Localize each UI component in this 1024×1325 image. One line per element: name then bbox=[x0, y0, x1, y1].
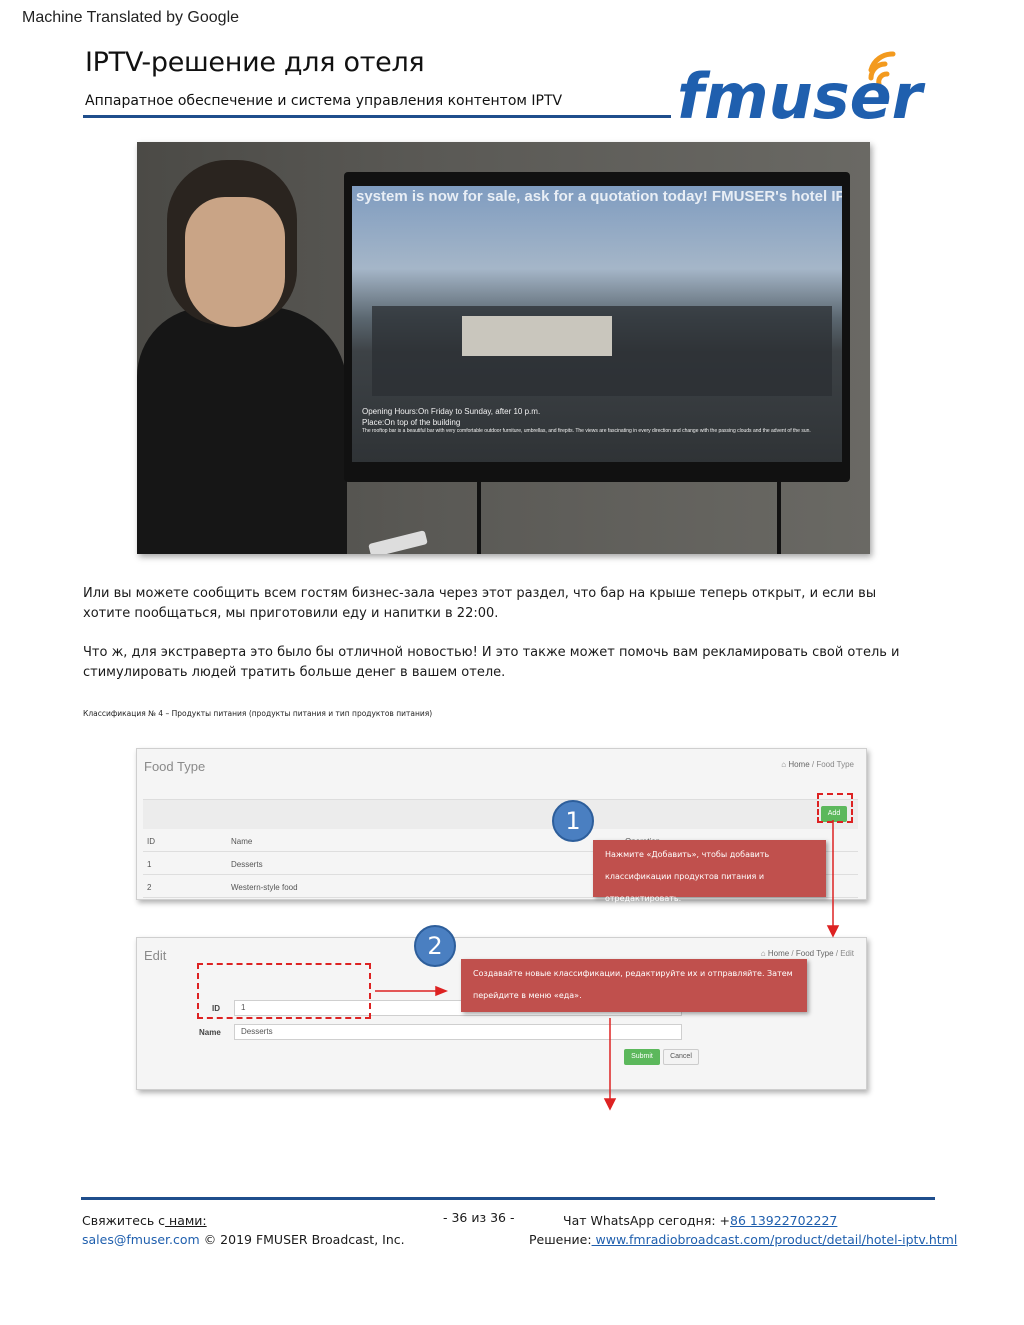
breadcrumb-current: Food Type bbox=[816, 760, 854, 769]
row-name: Western-style food bbox=[231, 883, 298, 892]
solution-label: Решение: bbox=[529, 1232, 592, 1247]
step-1-badge: 1 bbox=[552, 800, 594, 842]
footer-solution: Решение: www.fmradiobroadcast.com/produc… bbox=[529, 1232, 957, 1247]
copyright-text: © 2019 FMUSER Broadcast, Inc. bbox=[199, 1232, 405, 1247]
panel-title: Food Type bbox=[144, 759, 206, 774]
tv-stand-left bbox=[477, 482, 481, 554]
breadcrumb-home[interactable]: Home bbox=[788, 760, 809, 769]
person-body bbox=[137, 307, 347, 554]
step-2-badge: 2 bbox=[414, 925, 456, 967]
footer-rule bbox=[81, 1197, 935, 1200]
fmuser-logo: fmuser bbox=[677, 51, 926, 125]
name-field-label: Name bbox=[199, 1028, 221, 1037]
footer-whatsapp: Чат WhatsApp сегодня: +86 13922702227 bbox=[563, 1213, 865, 1228]
step-1-note: Нажмите «Добавить», чтобы добавить класс… bbox=[593, 840, 826, 903]
home-icon: ⌂ bbox=[781, 760, 787, 769]
home-icon: ⌂ bbox=[760, 949, 766, 958]
breadcrumb-current: Edit bbox=[840, 949, 854, 958]
step-2-note-line: перейдите в меню «еда». bbox=[473, 991, 582, 1000]
tv-screen: system is now for sale, ask for a quotat… bbox=[352, 186, 842, 462]
name-field[interactable]: Desserts bbox=[234, 1024, 682, 1040]
page-number: - 36 из 36 - bbox=[443, 1210, 515, 1225]
add-highlight-box bbox=[817, 793, 853, 823]
breadcrumb-food-type[interactable]: Food Type bbox=[796, 949, 834, 958]
footer-email-line: sales@fmuser.com © 2019 FMUSER Broadcast… bbox=[82, 1232, 405, 1247]
id-highlight-box bbox=[197, 963, 371, 1019]
arrow-head bbox=[603, 1098, 617, 1111]
solution-url-link[interactable]: www.fmradiobroadcast.com/product/detail/… bbox=[592, 1232, 958, 1247]
column-name: Name bbox=[231, 837, 253, 846]
tv-demo-photo: system is now for sale, ask for a quotat… bbox=[137, 142, 870, 554]
tv-info-description: The rooftop bar is a beautiful bar with … bbox=[362, 428, 811, 434]
contact-link[interactable]: нами: bbox=[165, 1213, 297, 1228]
document-title: IPTV-решение для отеля bbox=[85, 47, 425, 78]
step-1-note-line: классификации продуктов питания и отреда… bbox=[605, 872, 765, 903]
column-id: ID bbox=[147, 837, 155, 846]
header-rule bbox=[83, 115, 671, 118]
document-subtitle: Аппаратное обеспечение и система управле… bbox=[85, 93, 563, 109]
toolbar bbox=[143, 799, 858, 829]
step-2-note-line: Создавайте новые классификации, редактир… bbox=[473, 969, 793, 978]
logo-wordmark: fmuser bbox=[677, 60, 926, 125]
figure-caption: Классификация № 4 – Продукты питания (пр… bbox=[83, 709, 433, 718]
whatsapp-label: Чат WhatsApp сегодня: + bbox=[563, 1213, 731, 1228]
arrow-head bbox=[826, 925, 840, 938]
step-2-note: Создавайте новые классификации, редактир… bbox=[461, 959, 807, 1012]
tv-info-place: Place:On top of the building bbox=[362, 418, 461, 427]
row-id: 1 bbox=[147, 860, 152, 869]
cancel-button[interactable]: Cancel bbox=[663, 1049, 699, 1065]
breadcrumb: ⌂ Home / Food Type bbox=[781, 760, 854, 769]
step-1-note-line: Нажмите «Добавить», чтобы добавить bbox=[605, 850, 770, 859]
row-id: 2 bbox=[147, 883, 152, 892]
tv-stand-right bbox=[777, 482, 781, 554]
contact-prefix: Свяжитесь с bbox=[82, 1213, 166, 1228]
panel-title: Edit bbox=[144, 948, 167, 963]
tv-info-hours: Opening Hours:On Friday to Sunday, after… bbox=[362, 407, 541, 416]
footer-contact: Свяжитесь с нами: bbox=[82, 1213, 297, 1228]
whatsapp-number-link[interactable]: 86 13922702227 bbox=[730, 1213, 865, 1228]
person-face bbox=[185, 197, 285, 327]
breadcrumb-home[interactable]: Home bbox=[768, 949, 789, 958]
tv-info-text: Opening Hours:On Friday to Sunday, after… bbox=[362, 406, 811, 435]
machine-translated-label: Machine Translated by Google bbox=[22, 9, 240, 26]
tv-ticker-text: system is now for sale, ask for a quotat… bbox=[356, 188, 842, 205]
row-name: Desserts bbox=[231, 860, 263, 869]
paragraph-1: Или вы можете сообщить всем гостям бизне… bbox=[83, 586, 877, 621]
paragraph-2: Что ж, для экстраверта это было бы отлич… bbox=[83, 645, 900, 680]
submit-button[interactable]: Submit bbox=[624, 1049, 660, 1065]
breadcrumb: ⌂ Home / Food Type / Edit bbox=[760, 949, 854, 958]
email-link[interactable]: sales@fmuser.com bbox=[82, 1232, 200, 1247]
